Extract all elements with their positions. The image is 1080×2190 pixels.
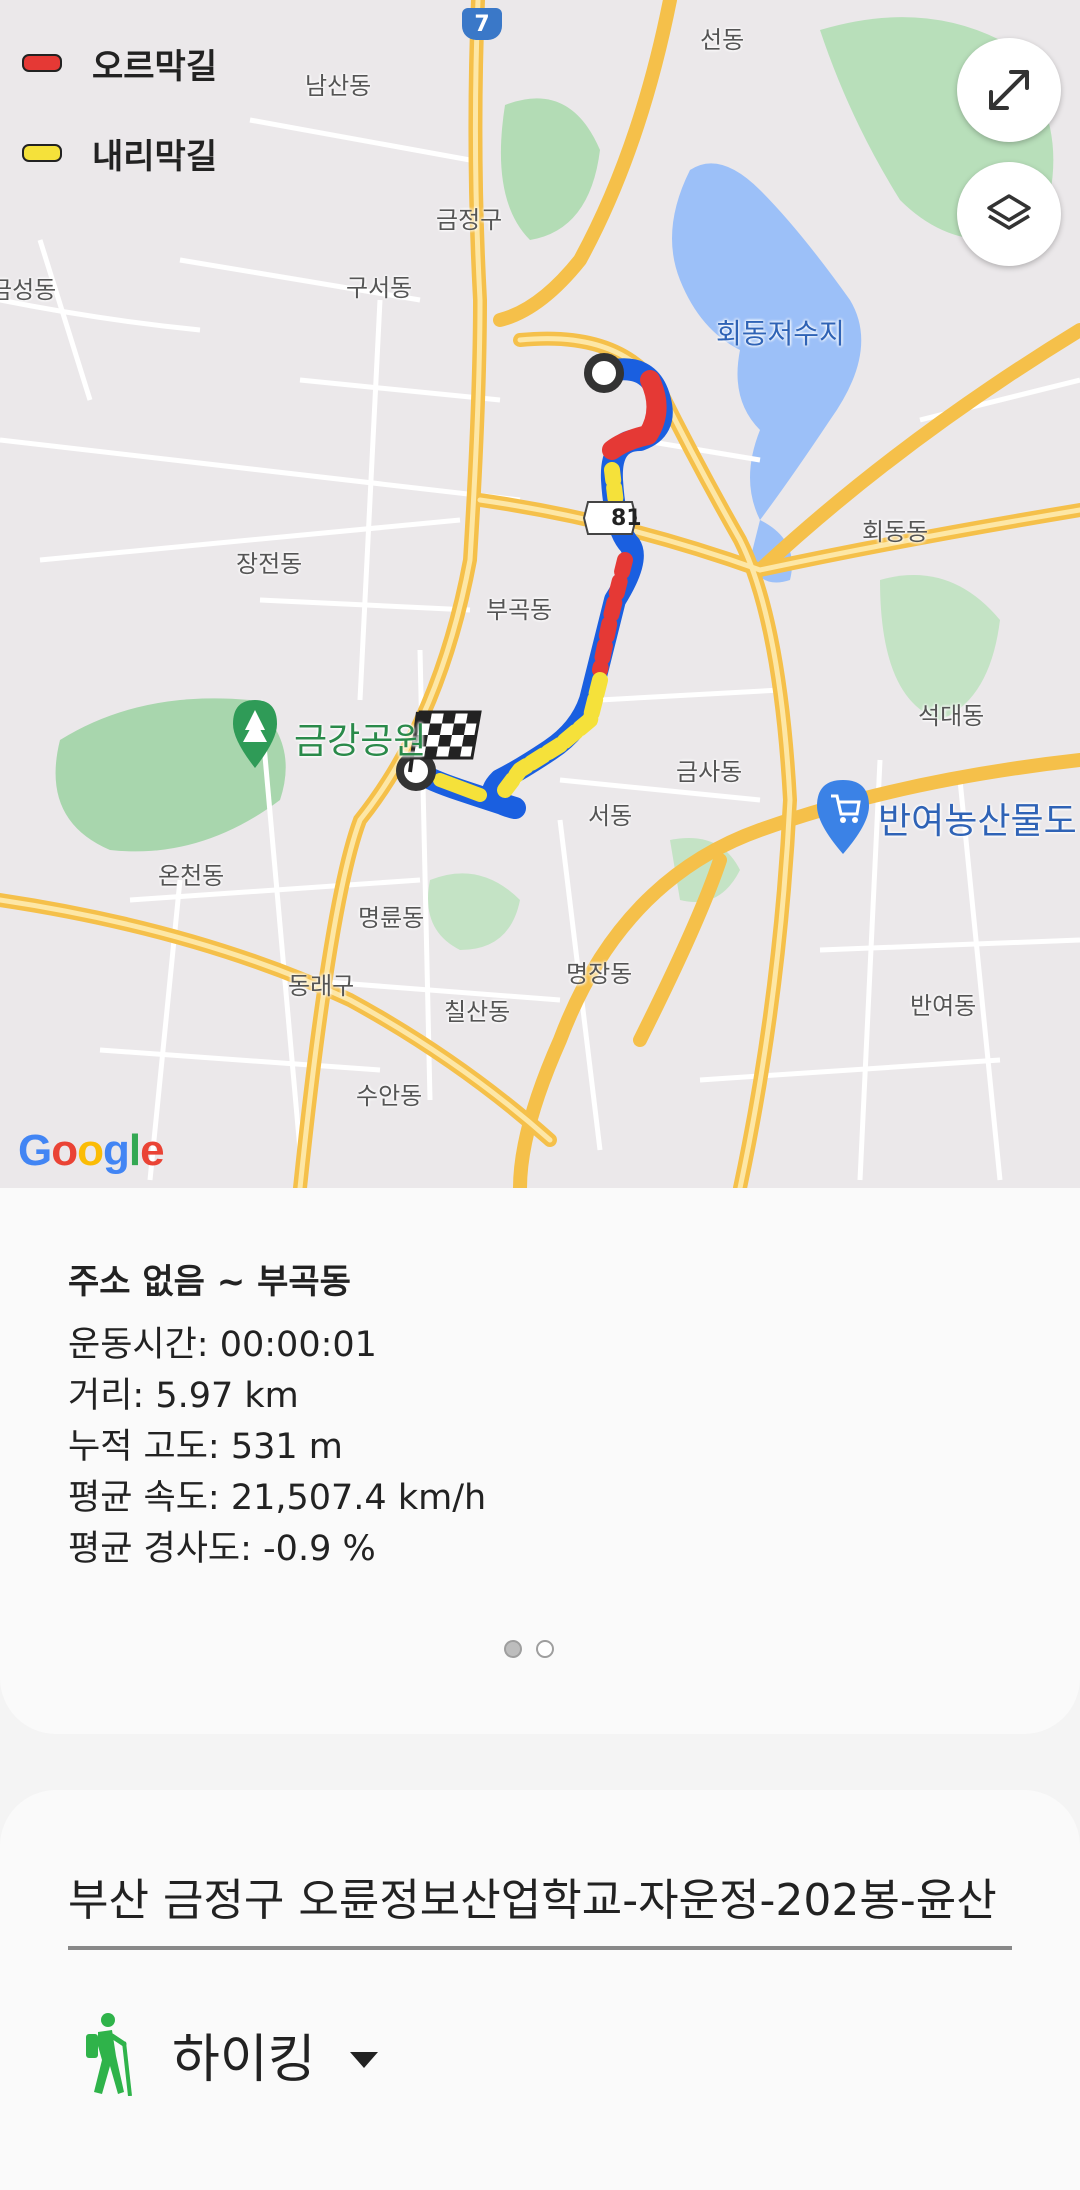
shopping-pin-icon: [817, 780, 869, 854]
legend-swatch-downhill: [22, 144, 62, 162]
place-label: 선동: [700, 26, 745, 54]
place-label: 명장동: [566, 960, 633, 988]
place-label: 구서동: [346, 274, 413, 302]
activity-selector[interactable]: 하이킹: [80, 2012, 378, 2096]
route-title: 주소 없음 ~ 부곡동: [68, 1262, 351, 1302]
route-7-shield: 7: [462, 8, 502, 40]
legend-label: 오르막길: [92, 46, 218, 87]
place-label: 반여동: [910, 992, 977, 1020]
layers-icon: [987, 194, 1031, 230]
place-label: 명륜동: [358, 904, 425, 932]
page-dot[interactable]: [536, 1640, 554, 1658]
place-label: 부곡동: [486, 596, 553, 624]
stats-list: 운동시간: 00:00:01 거리: 5.97 km 누적 고도: 531 m …: [68, 1320, 486, 1575]
legend-label: 내리막길: [92, 136, 218, 177]
place-label: 석대동: [918, 702, 985, 730]
map-view[interactable]: 7 81 선동 남산동 금정구 금성동 구서동 회동저수지 회동동 장전동 부곡…: [0, 0, 1080, 1188]
expand-icon: [989, 70, 1029, 110]
summary-card[interactable]: 주소 없음 ~ 부곡동 운동시간: 00:00:01 거리: 5.97 km 누…: [0, 1188, 1080, 1734]
place-label[interactable]: 금강공원: [294, 712, 426, 764]
place-label: 온천동: [158, 862, 225, 890]
place-label: 남산동: [305, 72, 372, 100]
place-label: 칠산동: [444, 998, 511, 1026]
google-logo-letter: l: [128, 1126, 141, 1175]
google-logo-letter: g: [103, 1126, 130, 1175]
stat-distance: 거리: 5.97 km: [68, 1376, 299, 1416]
place-label: 회동저수지: [716, 317, 845, 350]
record-name-field[interactable]: 부산 금정구 오륜정보산업학교-자운정-202봉-윤산: [68, 1870, 1012, 1950]
page-indicator[interactable]: [504, 1640, 568, 1658]
place-label: 동래구: [288, 972, 355, 1000]
place-label: 서동: [588, 802, 633, 830]
dropdown-arrow-icon: [349, 2052, 378, 2068]
google-logo-letter: o: [51, 1126, 78, 1175]
place-label: 금사동: [676, 758, 743, 786]
stat-average-speed: 평균 속도: 21,507.4 km/h: [68, 1478, 487, 1518]
place-label: 금정구: [436, 206, 503, 234]
google-logo-letter: e: [140, 1126, 165, 1175]
activity-label: 하이킹: [172, 2029, 316, 2090]
start-marker: [584, 353, 624, 393]
place-label: 장전동: [236, 550, 303, 578]
record-card: 부산 금정구 오륜정보산업학교-자운정-202봉-윤산 하이킹: [0, 1790, 1080, 2190]
route-81-label: 81: [611, 506, 642, 531]
place-label: 회동동: [862, 518, 929, 546]
stat-average-grade: 평균 경사도: -0.9 %: [68, 1529, 376, 1569]
legend-downhill: 내리막길: [22, 128, 217, 178]
layers-button[interactable]: [957, 162, 1061, 266]
page-dot-active[interactable]: [504, 1640, 522, 1658]
hiking-icon: [86, 2013, 132, 2096]
map-legend: 오르막길 내리막길: [22, 38, 217, 218]
google-logo: Google: [18, 1126, 165, 1176]
google-logo-letter: G: [18, 1126, 52, 1175]
google-logo-letter: o: [77, 1126, 104, 1175]
place-label[interactable]: 반여농산물도: [878, 792, 1077, 844]
place-label: 수안동: [356, 1082, 423, 1110]
stat-duration: 운동시간: 00:00:01: [68, 1325, 377, 1365]
place-label: 금성동: [0, 276, 57, 304]
legend-swatch-uphill: [22, 54, 62, 72]
legend-uphill: 오르막길: [22, 38, 217, 88]
stat-elevation-gain: 누적 고도: 531 m: [68, 1427, 343, 1467]
fullscreen-button[interactable]: [957, 38, 1061, 142]
